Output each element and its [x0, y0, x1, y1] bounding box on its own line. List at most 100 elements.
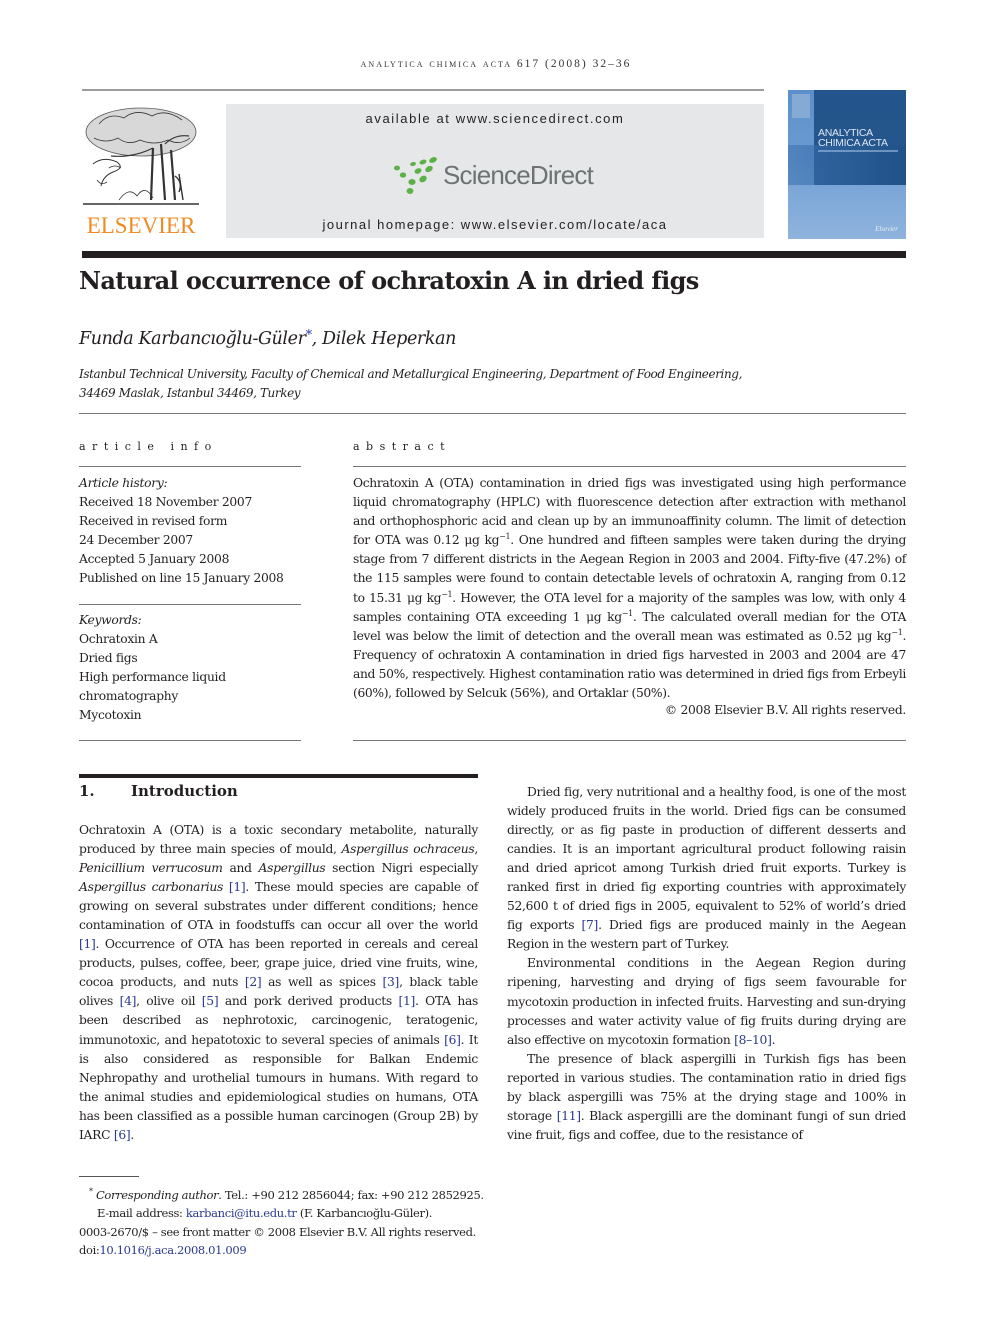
- affiliation-rule: [79, 413, 906, 414]
- paragraph: Ochratoxin A (OTA) is a toxic secondary …: [79, 821, 478, 1145]
- citation-link[interactable]: [5]: [202, 994, 219, 1008]
- exponent: −1: [621, 608, 633, 618]
- email-link[interactable]: karbanci@itu.edu.tr: [186, 1206, 297, 1220]
- cover-subtitle-line: [818, 150, 898, 152]
- sciencedirect-banner: available at www.sciencedirect.com Scien…: [226, 104, 764, 238]
- text: and: [222, 861, 259, 876]
- exponent: −1: [441, 589, 453, 599]
- divider: [353, 466, 906, 467]
- elsevier-tree-logo-icon: [83, 107, 199, 205]
- journal-homepage-text[interactable]: journal homepage: www.elsevier.com/locat…: [226, 217, 764, 232]
- cover-title-line2: CHIMICA ACTA: [818, 137, 888, 149]
- email-owner: (F. Karbancıoğlu-Güler).: [296, 1206, 433, 1221]
- citation-link[interactable]: [1]: [79, 937, 96, 951]
- text: . It is also considered as responsible f…: [79, 1032, 478, 1142]
- citation-link[interactable]: [6]: [444, 1033, 461, 1047]
- citation-link[interactable]: [1]: [398, 994, 415, 1008]
- running-head: analytica chimica acta 617 (2008) 32–36: [360, 58, 632, 70]
- exponent: −1: [499, 532, 511, 542]
- keywords: Keywords: Ochratoxin A Dried figs High p…: [79, 611, 301, 725]
- issn-line: 0003-2670/$ – see front matter © 2008 El…: [79, 1224, 476, 1239]
- doi-link[interactable]: 10.1016/j.aca.2008.01.009: [99, 1243, 246, 1257]
- keyword-item: Ochratoxin A: [79, 632, 158, 646]
- history-item: Published on line 15 January 2008: [79, 571, 284, 585]
- article-info-heading: article info: [79, 440, 218, 453]
- elsevier-logo-text: ELSEVIER: [86, 213, 196, 238]
- divider: [353, 740, 906, 741]
- section-rule: [79, 774, 478, 778]
- body-column-right: Dried fig, very nutritional and a health…: [507, 783, 906, 1145]
- affiliation-line: Istanbul Technical University, Faculty o…: [79, 367, 742, 381]
- doi-label: doi:: [79, 1243, 100, 1258]
- sciencedirect-dots-icon: [394, 157, 437, 194]
- text: .: [771, 1032, 776, 1047]
- journal-cover-image: ANALYTICA CHIMICA ACTA Elsevier: [788, 90, 906, 239]
- article-history-label: Article history:: [79, 476, 168, 490]
- text: Dried fig, very nutritional and a health…: [507, 785, 906, 933]
- section-title: Introduction: [131, 782, 238, 800]
- footnote-mark: *: [89, 1187, 93, 1196]
- history-item: Received in revised form: [79, 514, 228, 528]
- divider: [79, 466, 301, 467]
- abstract-text: Ochratoxin A (OTA) contamination in drie…: [353, 474, 906, 703]
- keyword-item: chromatography: [79, 689, 179, 703]
- citation-link[interactable]: [11]: [557, 1109, 581, 1123]
- abstract-heading: abstract: [353, 440, 452, 453]
- text: .: [130, 1127, 134, 1142]
- doi-line: doi:10.1016/j.aca.2008.01.009: [79, 1241, 519, 1260]
- keyword-item: Mycotoxin: [79, 708, 142, 722]
- citation-link[interactable]: [1]: [229, 880, 246, 894]
- section-heading-introduction: 1. Introduction: [79, 782, 238, 800]
- footnote-label: Corresponding author: [95, 1187, 219, 1202]
- species-name: Aspergillus ochraceus: [341, 842, 475, 857]
- affiliation: Istanbul Technical University, Faculty o…: [79, 365, 742, 403]
- citation-link[interactable]: [3]: [383, 975, 400, 989]
- paragraph: The presence of black aspergilli in Turk…: [507, 1050, 906, 1145]
- corresponding-author-note: * Corresponding author. Tel.: +90 212 28…: [79, 1183, 519, 1204]
- citation-link[interactable]: [8–10]: [734, 1033, 772, 1047]
- author-separator: ,: [311, 329, 322, 349]
- citation-link[interactable]: [7]: [582, 918, 599, 932]
- article-history: Article history: Received 18 November 20…: [79, 474, 301, 588]
- author-list: Funda Karbancıoğlu-Güler*, Dilek Heperka…: [79, 328, 456, 349]
- keyword-item: High performance liquid: [79, 670, 226, 684]
- text: as well as spices: [261, 975, 383, 990]
- cover-publisher-mark: Elsevier: [875, 225, 898, 233]
- abstract-copyright: © 2008 Elsevier B.V. All rights reserved…: [664, 703, 906, 717]
- divider: [79, 604, 301, 605]
- history-item: Accepted 5 January 2008: [79, 552, 230, 566]
- author-name: Funda Karbancıoğlu-Güler: [79, 329, 306, 349]
- text: , olive oil: [136, 994, 202, 1009]
- species-name: Aspergillus: [258, 861, 326, 876]
- email-label: E-mail address:: [97, 1206, 186, 1221]
- citation-link[interactable]: [2]: [245, 975, 262, 989]
- paragraph: Dried fig, very nutritional and a health…: [507, 783, 906, 954]
- cover-elsevier-badge-icon: [792, 94, 810, 118]
- footnote-rule: [79, 1176, 139, 1177]
- divider: [79, 740, 301, 741]
- sciencedirect-wordmark: ScienceDirect: [443, 160, 594, 190]
- contact-details: . Tel.: +90 212 2856044; fax: +90 212 28…: [218, 1187, 484, 1202]
- citation-link[interactable]: [6]: [114, 1128, 131, 1142]
- species-name: Penicillium verrucosum: [79, 861, 223, 876]
- author-name: Dilek Heperkan: [322, 329, 456, 349]
- history-item: Received 18 November 2007: [79, 495, 252, 509]
- footnotes: * Corresponding author. Tel.: +90 212 28…: [79, 1183, 519, 1260]
- paragraph: Environmental conditions in the Aegean R…: [507, 954, 906, 1049]
- article-title: Natural occurrence of ochratoxin A in dr…: [79, 266, 699, 295]
- email-note: E-mail address: karbanci@itu.edu.tr (F. …: [79, 1204, 519, 1223]
- header-rule: [82, 89, 764, 91]
- citation-link[interactable]: [4]: [120, 994, 137, 1008]
- cover-title: ANALYTICA CHIMICA ACTA: [818, 128, 888, 149]
- body-column-left: Ochratoxin A (OTA) is a toxic secondary …: [79, 821, 478, 1145]
- history-item: 24 December 2007: [79, 533, 193, 547]
- sciencedirect-logo[interactable]: ScienceDirect: [391, 156, 601, 196]
- header-thick-rule: [82, 251, 906, 258]
- species-name: Aspergillus carbonarius: [79, 880, 224, 895]
- text: section Nigri especially: [325, 861, 478, 876]
- keyword-item: Dried figs: [79, 651, 138, 665]
- available-at-text[interactable]: available at www.sciencedirect.com: [226, 111, 764, 126]
- section-number: 1.: [79, 782, 95, 800]
- text: and pork derived products: [218, 994, 399, 1009]
- affiliation-line: 34469 Maslak, Istanbul 34469, Turkey: [79, 386, 301, 400]
